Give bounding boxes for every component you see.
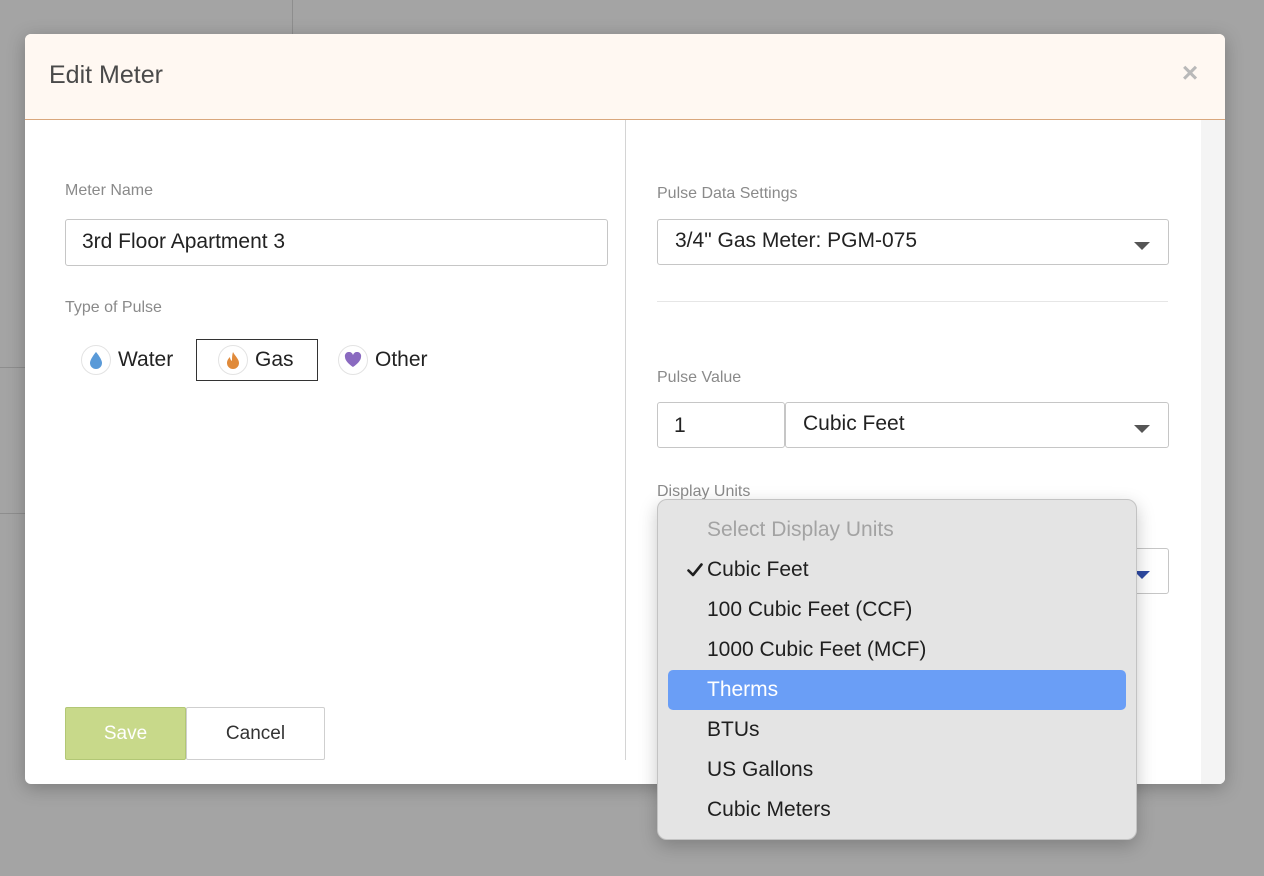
dropdown-option-btus[interactable]: BTUs bbox=[668, 710, 1126, 750]
pulse-data-value: 3/4" Gas Meter: PGM-075 bbox=[675, 229, 918, 252]
display-units-dropdown: Select Display Units Cubic Feet 100 Cubi… bbox=[657, 499, 1137, 840]
background-divider bbox=[0, 367, 25, 368]
pulse-type-label-text: Gas bbox=[255, 348, 294, 371]
pulse-data-label: Pulse Data Settings bbox=[657, 185, 798, 202]
pulse-value-input[interactable]: 1 bbox=[657, 402, 785, 448]
option-label: BTUs bbox=[707, 718, 760, 741]
modal-title: Edit Meter bbox=[49, 61, 163, 89]
option-label: 100 Cubic Feet (CCF) bbox=[707, 598, 913, 621]
close-icon[interactable]: × bbox=[1177, 59, 1203, 87]
save-button[interactable]: Save bbox=[65, 707, 186, 760]
background-divider bbox=[0, 513, 25, 514]
section-divider bbox=[657, 301, 1168, 302]
pulse-type-gas[interactable]: Gas bbox=[196, 339, 318, 381]
option-label: Cubic Meters bbox=[707, 798, 831, 821]
option-label: 1000 Cubic Feet (MCF) bbox=[707, 638, 927, 661]
meter-name-input[interactable]: 3rd Floor Apartment 3 bbox=[65, 219, 608, 266]
checkmark-icon bbox=[687, 563, 703, 577]
pulse-type-label: Type of Pulse bbox=[65, 299, 162, 316]
option-label: Cubic Feet bbox=[707, 558, 809, 581]
option-label: Select Display Units bbox=[707, 518, 894, 541]
dropdown-option-cubic-meters[interactable]: Cubic Meters bbox=[668, 790, 1126, 830]
dropdown-option-placeholder: Select Display Units bbox=[668, 510, 1126, 550]
pulse-unit-select[interactable]: Cubic Feet bbox=[785, 402, 1169, 448]
dropdown-option-ccf[interactable]: 100 Cubic Feet (CCF) bbox=[668, 590, 1126, 630]
dropdown-option-therms[interactable]: Therms bbox=[668, 670, 1126, 710]
background-divider bbox=[292, 0, 293, 34]
heart-icon bbox=[338, 345, 368, 375]
chevron-down-icon bbox=[1134, 425, 1150, 433]
pulse-value-label: Pulse Value bbox=[657, 369, 742, 386]
chevron-down-icon bbox=[1134, 242, 1150, 250]
dropdown-option-mcf[interactable]: 1000 Cubic Feet (MCF) bbox=[668, 630, 1126, 670]
water-drop-icon bbox=[81, 345, 111, 375]
dropdown-option-cubic-feet[interactable]: Cubic Feet bbox=[668, 550, 1126, 590]
pulse-data-select[interactable]: 3/4" Gas Meter: PGM-075 bbox=[657, 219, 1169, 265]
scroll-strip bbox=[1201, 120, 1225, 784]
pulse-type-water[interactable]: Water bbox=[67, 339, 189, 381]
option-label: US Gallons bbox=[707, 758, 814, 781]
pulse-type-label-text: Water bbox=[118, 348, 174, 371]
option-label: Therms bbox=[707, 678, 779, 701]
pulse-type-label-text: Other bbox=[375, 348, 428, 371]
cancel-button[interactable]: Cancel bbox=[186, 707, 325, 760]
dropdown-option-us-gallons[interactable]: US Gallons bbox=[668, 750, 1126, 790]
flame-icon bbox=[218, 345, 248, 375]
pulse-type-other[interactable]: Other bbox=[324, 339, 446, 381]
pulse-unit-value: Cubic Feet bbox=[803, 412, 905, 435]
meter-name-label: Meter Name bbox=[65, 182, 154, 199]
modal-header: Edit Meter × bbox=[25, 34, 1225, 120]
